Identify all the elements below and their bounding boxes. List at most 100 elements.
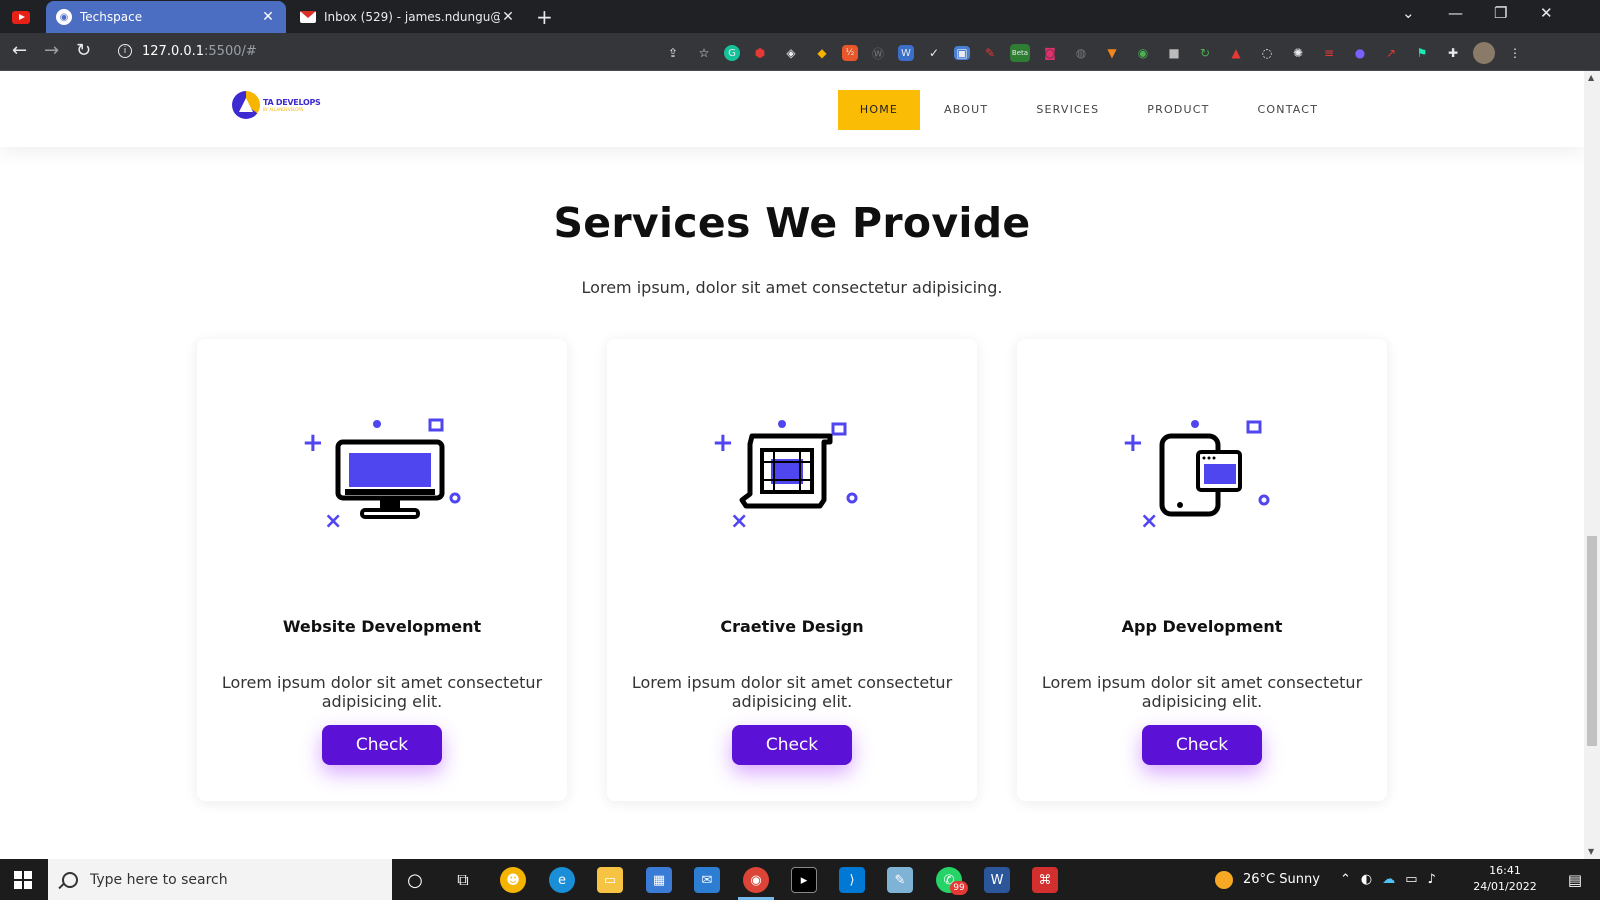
gmail-icon	[300, 11, 316, 23]
scroll-down-arrow-icon[interactable]: ▼	[1588, 847, 1594, 856]
nav-services[interactable]: SERVICES	[1012, 90, 1123, 130]
logo-mark-icon	[232, 91, 260, 119]
site-logo[interactable]: TA DEVELOPS BY ALLANDEVELOPS	[232, 91, 321, 119]
volume-icon[interactable]: ♪	[1428, 872, 1436, 887]
taskbar-clock[interactable]: 16:41 24/01/2022	[1470, 863, 1540, 895]
close-icon[interactable]: ✕	[260, 9, 276, 25]
network-icon[interactable]: ▭	[1405, 872, 1417, 887]
reload-button[interactable]: ↻	[76, 40, 91, 61]
screen-capture-icon[interactable]: ▣	[954, 46, 970, 60]
menu-kebab-icon[interactable]: ⋮	[1504, 43, 1526, 63]
share-icon[interactable]: ⇪	[662, 43, 684, 63]
chevron-up-icon[interactable]: ⌃	[1340, 872, 1351, 887]
card-title: Craetive Design	[720, 617, 864, 636]
tab-techspace[interactable]: ◉ Techspace ✕	[46, 1, 286, 33]
logo-name: TA DEVELOPS	[263, 98, 321, 107]
puzzle-icon[interactable]: ✚	[1442, 43, 1464, 63]
onedrive-icon[interactable]: ☁	[1382, 872, 1395, 887]
clock-date: 24/01/2022	[1473, 880, 1537, 893]
task-view-icon[interactable]: ⧉	[450, 867, 476, 893]
close-window-button[interactable]: ✕	[1540, 4, 1553, 22]
globe-icon[interactable]: ◉	[1132, 43, 1154, 63]
info-icon[interactable]: i	[118, 44, 132, 58]
lock-icon[interactable]: ▲	[1225, 43, 1247, 63]
mail-icon[interactable]: ✉	[694, 867, 720, 893]
shield-icon[interactable]: ⬢	[749, 43, 771, 63]
circle-icon[interactable]: ◌	[1256, 43, 1278, 63]
restore-button[interactable]: ❐	[1494, 4, 1507, 22]
card-text: Lorem ipsum dolor sit amet consectetur a…	[631, 673, 953, 711]
cortana-icon[interactable]: ○	[402, 867, 428, 893]
acrobat-icon[interactable]: ⌘	[1032, 867, 1058, 893]
youtube-pinned-tab[interactable]	[6, 6, 36, 28]
check-button[interactable]: Check	[732, 725, 852, 765]
wordpress-icon[interactable]: Ⓦ	[867, 43, 889, 63]
weather-widget[interactable]: 26°C Sunny	[1215, 859, 1320, 900]
notification-icon[interactable]: ▤	[1562, 867, 1588, 893]
tab-gmail-inbox[interactable]: Inbox (529) - james.ndungu@cdl ✕	[290, 1, 526, 33]
browser-toolbar: ← → ↻ i 127.0.0.1 :5500/# ⇪ ☆ G ⬢ ◈ ◆ ½ …	[0, 33, 1600, 71]
tab-title: Inbox (529) - james.ndungu@cdl	[324, 10, 500, 24]
wordpress-icon[interactable]: W	[898, 45, 914, 61]
svg-text:×: ×	[730, 509, 748, 534]
windows-start-icon[interactable]	[14, 871, 32, 889]
service-card-website: + × Website Development Lorem ipsum dolo…	[197, 339, 567, 801]
address-bar[interactable]: i 127.0.0.1 :5500/#	[108, 37, 708, 65]
browser-tab-bar: ◉ Techspace ✕ Inbox (529) - james.ndungu…	[0, 0, 1600, 33]
edge-icon[interactable]: e	[549, 867, 575, 893]
terminal-icon[interactable]: ▸	[791, 867, 817, 893]
pen-icon[interactable]: ✎	[979, 43, 1001, 63]
store-icon[interactable]: ▦	[646, 867, 672, 893]
instagram-icon[interactable]: ◙	[1039, 43, 1061, 63]
wappalyzer-icon[interactable]: ◈	[780, 43, 802, 63]
windows-taskbar: Type here to search ○ ⧉ ☻ e ▭ ▦ ✉ ◉ ▸ ⟩ …	[0, 859, 1600, 900]
profile-avatar[interactable]	[1473, 42, 1495, 64]
tab-search-icon[interactable]: ⌄	[1402, 4, 1415, 22]
whatsapp-badge: 99	[950, 881, 968, 895]
check-icon[interactable]: ✓	[923, 43, 945, 63]
grammarly-icon[interactable]: G	[724, 45, 740, 61]
globe-icon: ◉	[56, 9, 72, 25]
beta-icon[interactable]: Beta	[1010, 44, 1030, 62]
nav-product[interactable]: PRODUCT	[1123, 90, 1233, 130]
nav-about[interactable]: ABOUT	[920, 90, 1012, 130]
square-icon[interactable]: ■	[1163, 43, 1185, 63]
react-icon[interactable]: ✺	[1287, 43, 1309, 63]
game-icon[interactable]: ☻	[500, 867, 526, 893]
check-button[interactable]: Check	[322, 725, 442, 765]
bookmark-star-icon[interactable]: ☆	[693, 43, 715, 63]
word-icon[interactable]: W	[984, 867, 1010, 893]
page-viewport: TA DEVELOPS BY ALLANDEVELOPS HOME ABOUT …	[0, 71, 1584, 859]
check-button[interactable]: Check	[1142, 725, 1262, 765]
refresh-icon[interactable]: ↻	[1194, 43, 1216, 63]
taskbar-search-input[interactable]: Type here to search	[48, 859, 392, 900]
mouse-icon[interactable]: ◍	[1070, 43, 1092, 63]
file-explorer-icon[interactable]: ▭	[597, 867, 623, 893]
forward-button[interactable]: →	[44, 40, 59, 61]
nav-home[interactable]: HOME	[838, 90, 920, 130]
close-icon[interactable]: ✕	[500, 9, 516, 25]
back-button[interactable]: ←	[12, 40, 27, 61]
scrollbar-thumb[interactable]	[1587, 536, 1597, 746]
nav-contact[interactable]: CONTACT	[1234, 90, 1343, 130]
arrow-icon[interactable]: ↗	[1380, 43, 1402, 63]
section-subtitle: Lorem ipsum, dolor sit amet consectetur …	[581, 278, 1003, 297]
main-nav: HOME ABOUT SERVICES PRODUCT CONTACT	[838, 90, 1342, 130]
new-tab-button[interactable]: +	[536, 5, 553, 29]
page-scrollbar[interactable]: ▲ ▼	[1584, 71, 1600, 859]
pdf-icon[interactable]: ½	[842, 45, 858, 61]
meet-icon[interactable]: ◐	[1361, 872, 1372, 887]
card-title: App Development	[1121, 617, 1283, 636]
scroll-up-arrow-icon[interactable]: ▲	[1588, 73, 1594, 82]
notepad-icon[interactable]: ✎	[887, 867, 913, 893]
color-picker-icon[interactable]: ◆	[811, 43, 833, 63]
chrome-icon[interactable]: ◉	[743, 867, 769, 893]
ghost-icon[interactable]: ●	[1349, 43, 1371, 63]
figma-icon[interactable]: ⚑	[1411, 43, 1433, 63]
stack-icon[interactable]: ≡	[1318, 43, 1340, 63]
svg-text:+: +	[712, 428, 734, 458]
metamask-icon[interactable]: ▼	[1101, 43, 1123, 63]
tab-title: Techspace	[80, 10, 143, 24]
vscode-icon[interactable]: ⟩	[839, 867, 865, 893]
minimize-button[interactable]: —	[1448, 4, 1463, 22]
